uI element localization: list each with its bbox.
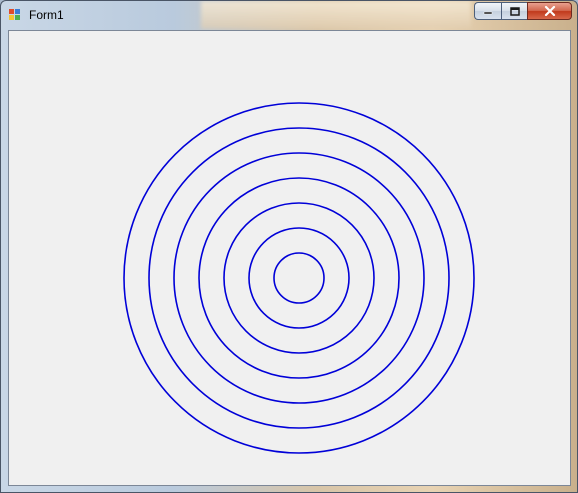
ring-5 <box>173 152 425 404</box>
form-app-icon[interactable] <box>9 9 21 21</box>
maximize-button[interactable] <box>501 2 527 20</box>
ring-4 <box>198 177 400 379</box>
title-bar[interactable]: Form1 <box>1 1 577 29</box>
ring-7 <box>123 102 475 454</box>
ring-3 <box>223 202 375 354</box>
ring-1 <box>273 252 325 304</box>
minimize-icon <box>483 11 493 15</box>
ring-2 <box>248 227 350 329</box>
form-client-area <box>8 30 571 486</box>
minimize-button[interactable] <box>474 2 501 20</box>
close-button[interactable] <box>527 2 572 20</box>
background-blur <box>201 1 471 29</box>
close-icon <box>544 6 555 16</box>
ring-6 <box>148 127 450 429</box>
app-window: Form1 <box>0 0 578 493</box>
maximize-icon <box>509 6 520 16</box>
caption-buttons <box>474 2 572 20</box>
drawing-canvas <box>123 102 475 454</box>
window-title: Form1 <box>29 8 64 22</box>
